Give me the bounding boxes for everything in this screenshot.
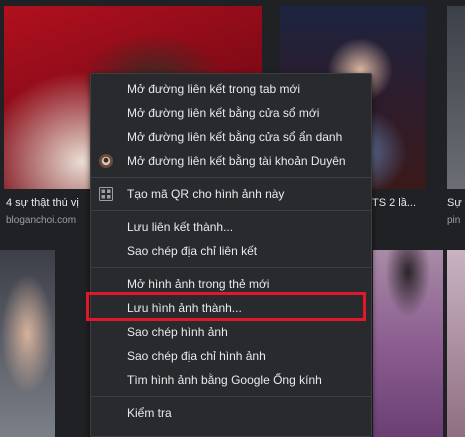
menu-create-qr-code[interactable]: Tạo mã QR cho hình ảnh này — [91, 182, 371, 206]
result-image-6[interactable] — [373, 250, 443, 437]
menu-item-label: Mở đường liên kết trong tab mới — [127, 82, 301, 96]
menu-search-google-lens[interactable]: Tìm hình ảnh bằng Google Ống kính — [91, 368, 371, 392]
highlight-annotation-box — [86, 292, 366, 321]
qr-code-icon — [99, 187, 113, 201]
result-caption-1[interactable]: 4 sự thật thú vị — [6, 197, 79, 209]
context-menu: Mở đường liên kết trong tab mới Mở đường… — [90, 73, 372, 437]
menu-item-label: Sao chép hình ảnh — [127, 325, 228, 339]
menu-item-label: Tạo mã QR cho hình ảnh này — [127, 187, 285, 201]
menu-save-link-as[interactable]: Lưu liên kết thành... — [91, 215, 371, 239]
result-caption-2[interactable]: TS 2 lầ... — [372, 197, 416, 209]
result-image-7[interactable] — [447, 250, 465, 437]
result-source-3: pin — [447, 215, 461, 226]
menu-item-label: Sao chép địa chỉ hình ảnh — [127, 349, 266, 363]
menu-inspect[interactable]: Kiểm tra — [91, 401, 371, 425]
menu-copy-image[interactable]: Sao chép hình ảnh — [91, 320, 371, 344]
menu-item-label: Sao chép địa chỉ liên kết — [127, 244, 258, 258]
menu-item-label: Mở đường liên kết bằng cửa sổ mới — [127, 106, 320, 120]
menu-copy-link-address[interactable]: Sao chép địa chỉ liên kết — [91, 239, 371, 263]
menu-item-label: Lưu liên kết thành... — [127, 220, 234, 234]
menu-separator — [91, 210, 371, 211]
result-caption-3[interactable]: Sự th — [447, 197, 465, 209]
result-source-1: bloganchoi.com — [6, 215, 77, 226]
menu-open-link-as-profile[interactable]: Mở đường liên kết bằng tài khoản Duyên — [91, 149, 371, 173]
menu-separator — [91, 267, 371, 268]
menu-separator — [91, 177, 371, 178]
menu-item-label: Mở hình ảnh trong thẻ mới — [127, 277, 270, 291]
menu-open-link-incognito[interactable]: Mở đường liên kết bằng cửa sổ ẩn danh — [91, 125, 371, 149]
menu-item-label: Tìm hình ảnh bằng Google Ống kính — [127, 373, 322, 387]
result-image-4[interactable] — [0, 250, 55, 437]
menu-copy-image-address[interactable]: Sao chép địa chỉ hình ảnh — [91, 344, 371, 368]
menu-open-link-new-window[interactable]: Mở đường liên kết bằng cửa sổ mới — [91, 101, 371, 125]
menu-item-label: Kiểm tra — [127, 406, 172, 420]
result-image-3[interactable] — [447, 6, 465, 189]
menu-item-label: Mở đường liên kết bằng tài khoản Duyên — [127, 154, 346, 168]
menu-item-label: Mở đường liên kết bằng cửa sổ ẩn danh — [127, 130, 343, 144]
profile-avatar-icon — [99, 154, 113, 168]
menu-separator — [91, 396, 371, 397]
menu-open-link-new-tab[interactable]: Mở đường liên kết trong tab mới — [91, 77, 371, 101]
